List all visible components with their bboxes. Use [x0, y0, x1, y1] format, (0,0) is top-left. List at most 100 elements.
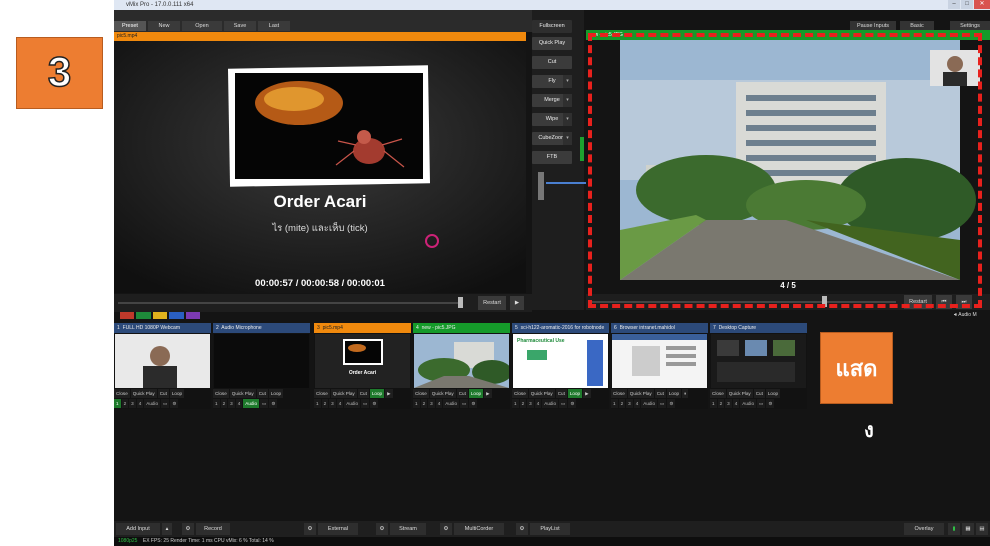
gear-icon[interactable]: ⚙ [766, 399, 775, 408]
input-6-thumbnail[interactable] [612, 334, 707, 388]
layer-1-button[interactable]: 1 [114, 399, 121, 408]
playlist-button[interactable]: PlayList [530, 523, 570, 535]
input-6-card[interactable]: 6 Browser intranet.mahidol Close Quick Pl… [611, 323, 708, 409]
close-window-button[interactable]: ✕ [974, 0, 990, 9]
layer-4-button[interactable]: 4 [136, 399, 144, 408]
preset-button[interactable]: Preset [114, 21, 146, 31]
swatch-green[interactable] [136, 312, 151, 319]
loop-button[interactable]: Loop [666, 389, 682, 398]
swatch-red[interactable] [120, 312, 135, 319]
layer-4-button[interactable]: 4 [534, 399, 542, 408]
layer-1-button[interactable]: 1 [413, 399, 420, 408]
gear-icon[interactable]: ⚙ [568, 399, 577, 408]
t-bar-track[interactable] [546, 182, 586, 184]
gear-icon[interactable]: ⚙ [182, 523, 194, 535]
gear-icon[interactable]: ⚙ [304, 523, 316, 535]
close-button[interactable]: Close [213, 389, 229, 398]
layer-3-button[interactable]: 3 [428, 399, 435, 408]
close-button[interactable]: Close [314, 389, 330, 398]
record-button[interactable]: Record [196, 523, 230, 535]
input-2-thumbnail[interactable] [214, 334, 309, 388]
layer-4-button[interactable]: 4 [633, 399, 641, 408]
quick-play-button[interactable]: Quick Play [627, 389, 654, 398]
cut-button[interactable]: Cut [532, 56, 572, 69]
preview-seek-track[interactable] [118, 302, 458, 304]
chevron-down-icon[interactable]: ▾ [563, 75, 572, 88]
layer-2-button[interactable]: 2 [220, 399, 228, 408]
close-button[interactable]: Close [710, 389, 726, 398]
cut-button[interactable]: Cut [256, 389, 268, 398]
output-monitor[interactable] [586, 40, 990, 288]
fullscreen-button[interactable]: Fullscreen [532, 20, 572, 33]
input-3-thumbnail[interactable]: Order Acari [315, 334, 410, 388]
layout-icon[interactable]: ▤ [976, 523, 988, 535]
quick-play-button[interactable]: Quick Play [528, 389, 555, 398]
quick-play-button[interactable]: Quick Play [330, 389, 357, 398]
chevron-down-icon[interactable]: ▾ [563, 94, 572, 107]
play-icon[interactable]: ▶ [583, 389, 591, 398]
chevron-up-icon[interactable]: ▴ [162, 523, 172, 535]
layer-2-button[interactable]: 2 [519, 399, 527, 408]
loop-button[interactable]: Loop [268, 389, 284, 398]
audio-button[interactable]: Audio [344, 399, 360, 408]
chevron-down-icon[interactable]: ▾ [563, 132, 572, 145]
audio-button[interactable]: Audio [243, 399, 259, 408]
gear-icon[interactable]: ⚙ [667, 399, 676, 408]
add-input-button[interactable]: Add Input [116, 523, 160, 535]
monitor-icon[interactable]: ▭ [260, 399, 269, 408]
last-button[interactable]: Last [258, 21, 290, 31]
cubezoom-button[interactable]: CubeZoom ▾ [532, 132, 572, 145]
t-bar-handle[interactable] [538, 172, 544, 200]
cut-button[interactable]: Cut [753, 389, 765, 398]
layer-4-button[interactable]: 4 [235, 399, 243, 408]
layer-4-button[interactable]: 4 [336, 399, 344, 408]
layer-4-button[interactable]: 4 [435, 399, 443, 408]
audio-button[interactable]: Audio [542, 399, 558, 408]
pause-icon[interactable]: ⏸ [682, 389, 689, 398]
save-button[interactable]: Save [224, 21, 256, 31]
close-button[interactable]: Close [114, 389, 130, 398]
cut-button[interactable]: Cut [157, 389, 169, 398]
skip-forward-icon[interactable]: ⏭ [956, 295, 972, 309]
audio-button[interactable]: Audio [641, 399, 657, 408]
layer-1-button[interactable]: 1 [512, 399, 519, 408]
gear-icon[interactable]: ⚙ [170, 399, 179, 408]
layer-3-button[interactable]: 3 [228, 399, 235, 408]
monitor-icon[interactable]: ▭ [361, 399, 370, 408]
stream-button[interactable]: Stream [390, 523, 426, 535]
layer-3-button[interactable]: 3 [725, 399, 732, 408]
layer-3-button[interactable]: 3 [527, 399, 534, 408]
preview-restart-button[interactable]: Restart [478, 296, 506, 310]
input-7-card[interactable]: 7 Desktop Capture Close Quick Play Cut Loop… [710, 323, 807, 409]
swatch-yellow[interactable] [152, 312, 168, 319]
close-button[interactable]: Close [413, 389, 429, 398]
quick-play-button[interactable]: Quick Play [229, 389, 256, 398]
layer-2-button[interactable]: 2 [121, 399, 129, 408]
layer-3-button[interactable]: 3 [329, 399, 336, 408]
output-seek-track[interactable] [592, 301, 896, 303]
layer-2-button[interactable]: 2 [717, 399, 725, 408]
cut-button[interactable]: Cut [654, 389, 666, 398]
layer-4-button[interactable]: 4 [732, 399, 740, 408]
minimize-button[interactable]: – [948, 0, 960, 9]
input-7-thumbnail[interactable] [711, 334, 806, 388]
gear-icon[interactable]: ⚙ [440, 523, 452, 535]
multicorder-button[interactable]: MultiCorder [454, 523, 504, 535]
preview-monitor[interactable]: Order Acari ไร (mite) และเห็บ (tick) [114, 41, 526, 293]
layer-1-button[interactable]: 1 [611, 399, 618, 408]
monitor-icon[interactable]: ▭ [757, 399, 766, 408]
monitor-icon[interactable]: ▭ [658, 399, 667, 408]
input-5-thumbnail[interactable]: Pharmaceutical Use [513, 334, 608, 388]
loop-button[interactable]: Loop [765, 389, 781, 398]
input-4-thumbnail[interactable] [414, 334, 509, 388]
layer-1-button[interactable]: 1 [213, 399, 220, 408]
external-button[interactable]: External [318, 523, 358, 535]
gear-icon[interactable]: ⚙ [469, 399, 478, 408]
audio-meter-icon[interactable]: ▮ [948, 523, 960, 535]
input-4-card[interactable]: 4 new - pic5.JPG Close Quick Play Cut Loop ▶… [413, 323, 510, 409]
audio-button[interactable]: Audio [740, 399, 756, 408]
fly-button[interactable]: Fly ▾ [532, 75, 572, 88]
output-seek-handle[interactable] [822, 296, 827, 307]
skip-back-icon[interactable]: ⏮ [936, 295, 952, 309]
monitor-icon[interactable]: ▭ [460, 399, 469, 408]
